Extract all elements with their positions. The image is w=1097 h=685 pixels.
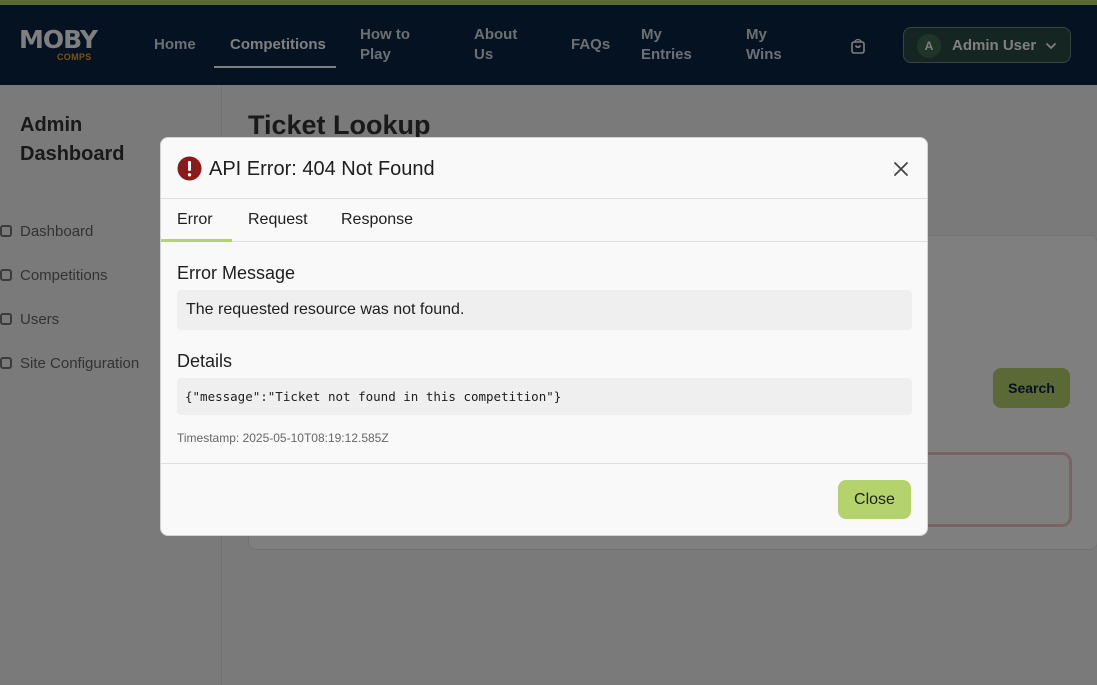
- tab-request[interactable]: Request: [248, 209, 308, 231]
- details-json-text: {"message":"Ticket not found in this com…: [185, 389, 562, 404]
- tab-error[interactable]: Error: [177, 209, 213, 231]
- details-heading: Details: [177, 351, 233, 371]
- error-circle-icon: [177, 156, 202, 181]
- modal-header: API Error: 404 Not Found: [161, 138, 927, 199]
- active-tab-indicator: [161, 239, 232, 242]
- api-error-modal: API Error: 404 Not Found Error Request R…: [160, 137, 928, 536]
- details-box: {"message":"Ticket not found in this com…: [177, 378, 912, 415]
- error-timestamp: Timestamp: 2025-05-10T08:19:12.585Z: [177, 431, 389, 445]
- close-button[interactable]: Close: [838, 480, 911, 519]
- modal-title: API Error: 404 Not Found: [209, 158, 435, 180]
- footer-divider: [161, 463, 927, 464]
- modal-tabs: Error Request Response: [161, 199, 927, 242]
- error-message-box: The requested resource was not found.: [177, 290, 912, 330]
- error-message-text: The requested resource was not found.: [186, 301, 465, 318]
- close-icon[interactable]: [891, 159, 911, 179]
- error-message-heading: Error Message: [177, 263, 296, 283]
- tab-response[interactable]: Response: [341, 209, 413, 231]
